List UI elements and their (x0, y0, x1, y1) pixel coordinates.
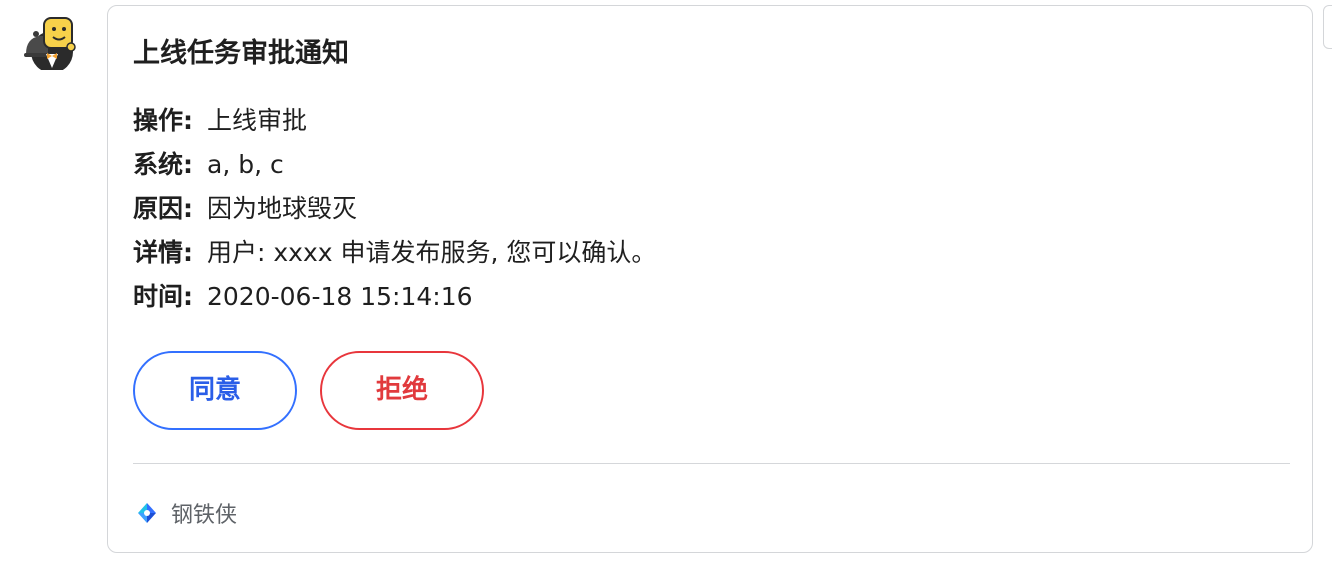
field-operation: 操作: 上线审批 (133, 104, 307, 138)
reject-button[interactable]: 拒绝 (320, 351, 484, 430)
bot-avatar-icon[interactable] (22, 14, 82, 73)
field-reason: 原因: 因为地球毁灭 (133, 192, 357, 226)
field-label: 系统: (133, 150, 193, 179)
field-details: 详情: 用户: xxxx 申请发布服务, 您可以确认。 (133, 236, 656, 270)
field-value: a, b, c (207, 150, 284, 179)
footer-source-name: 钢铁侠 (171, 503, 238, 528)
approve-button[interactable]: 同意 (133, 351, 297, 430)
card-divider (133, 463, 1290, 464)
app-logo-icon (135, 501, 159, 525)
chat-message: 上线任务审批通知 操作: 上线审批 系统: a, b, c 原因: 因为地球毁灭 详情… (0, 0, 1332, 562)
field-time: 时间: 2020-06-18 15:14:16 (133, 280, 473, 314)
card-title: 上线任务审批通知 (133, 38, 349, 69)
field-label: 原因: (133, 194, 193, 223)
field-value: 因为地球毁灭 (207, 194, 358, 223)
field-label: 详情: (133, 238, 193, 267)
approval-card: 上线任务审批通知 操作: 上线审批 系统: a, b, c 原因: 因为地球毁灭 详情… (107, 5, 1313, 553)
adjacent-panel-edge (1323, 5, 1332, 49)
field-label: 时间: (133, 282, 193, 311)
field-system: 系统: a, b, c (133, 148, 284, 182)
field-value: 2020-06-18 15:14:16 (207, 282, 473, 311)
field-label: 操作: (133, 106, 193, 135)
field-value: 用户: xxxx 申请发布服务, 您可以确认。 (207, 238, 657, 267)
field-value: 上线审批 (207, 106, 308, 135)
card-footer: 钢铁侠 (135, 496, 237, 530)
